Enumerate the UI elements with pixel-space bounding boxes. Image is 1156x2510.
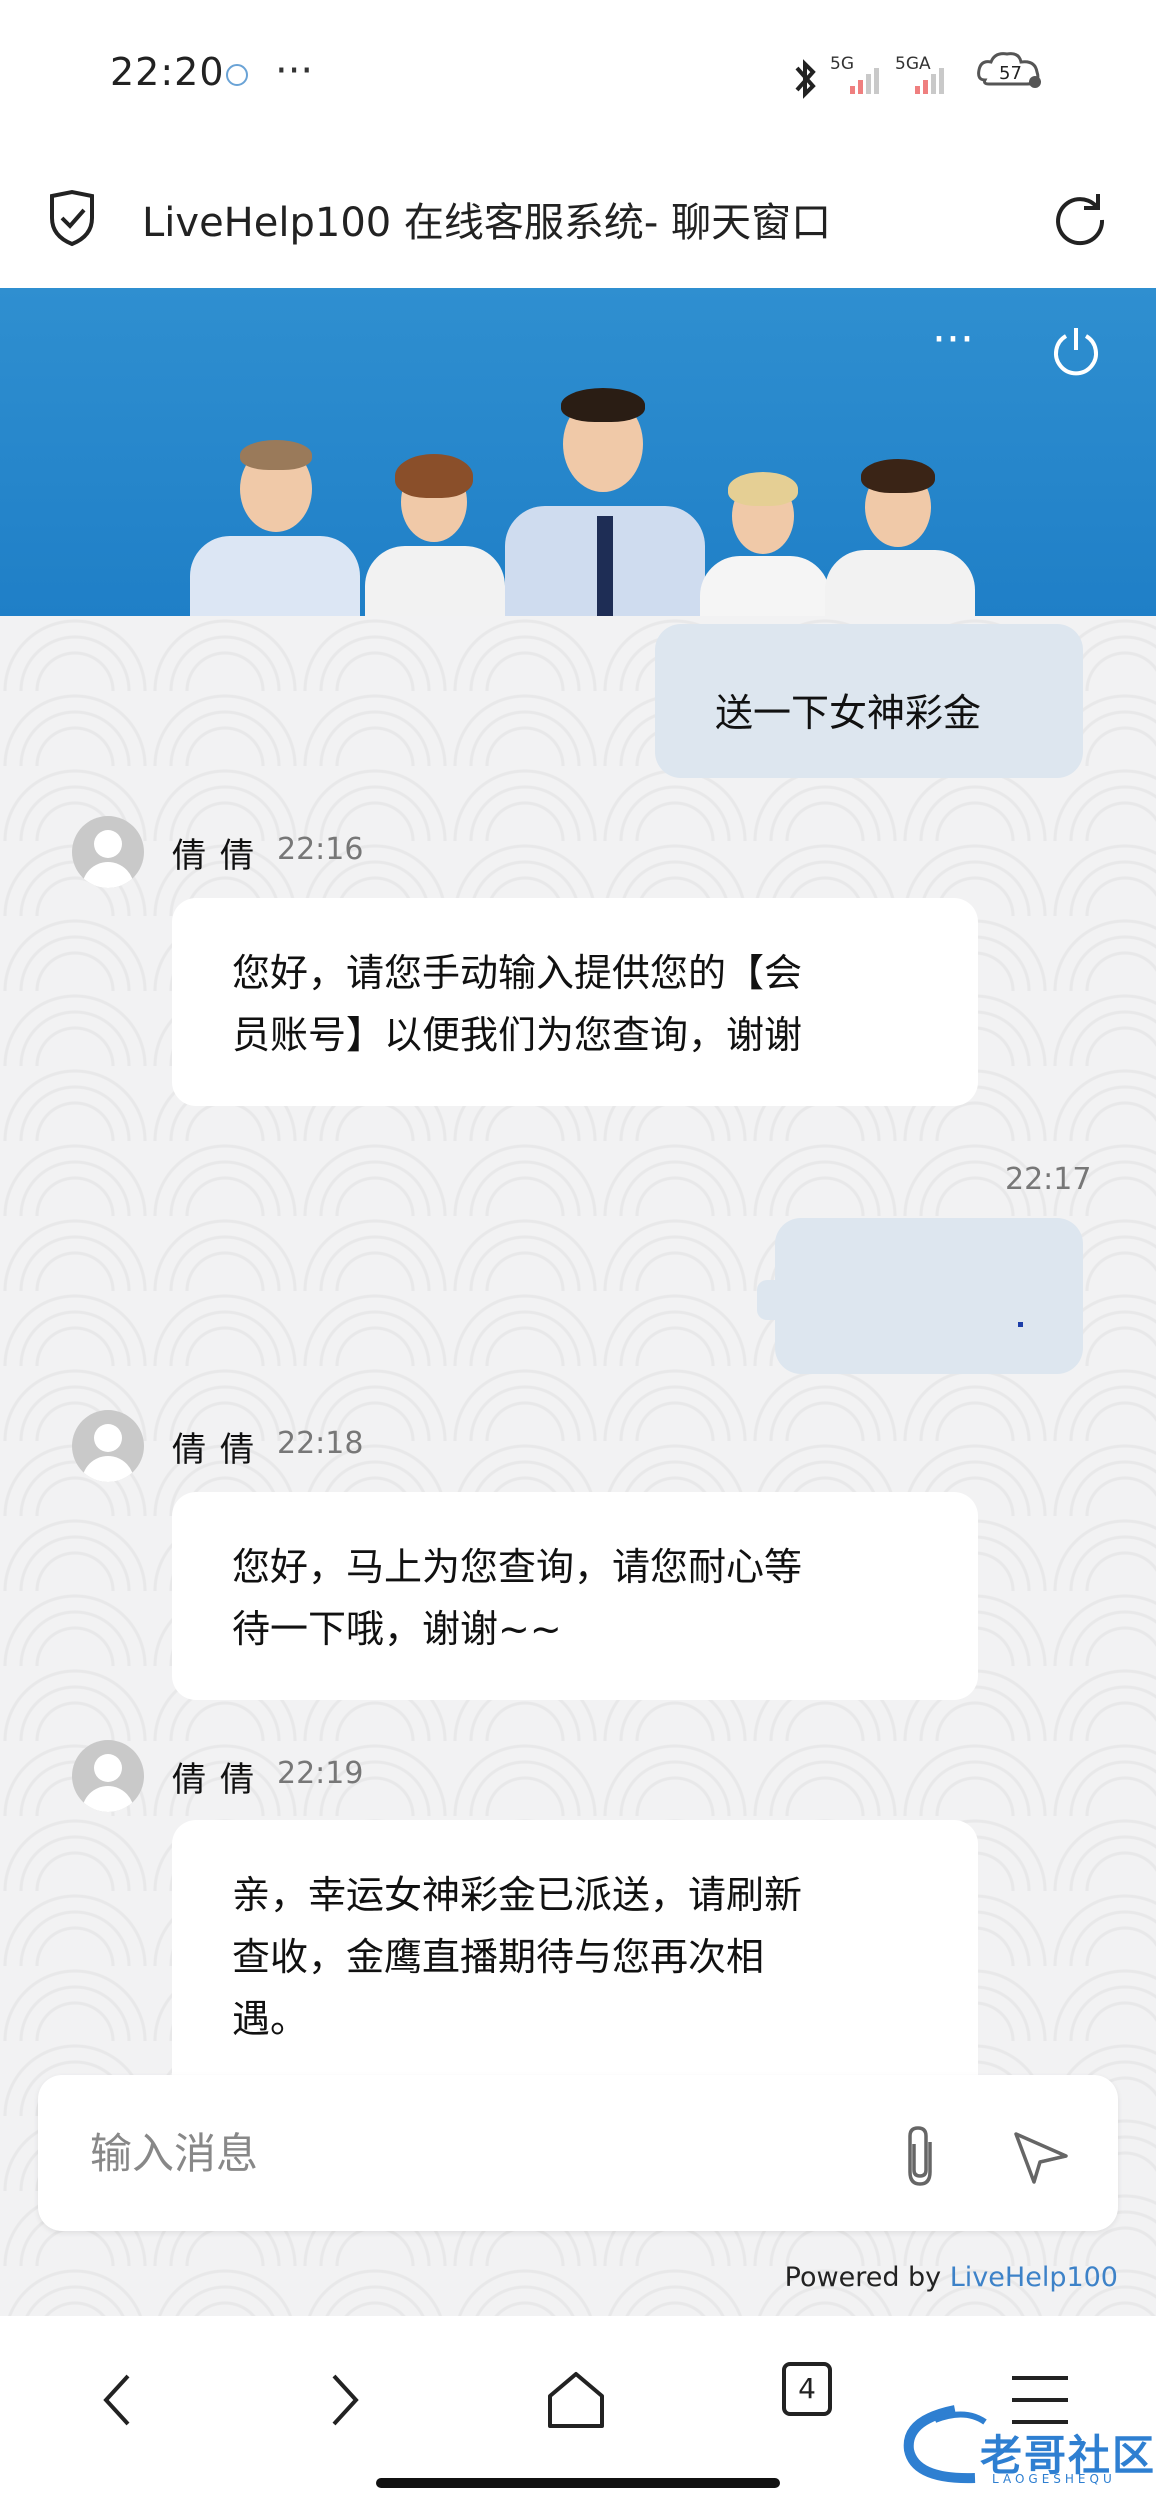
paperclip-icon[interactable] <box>896 2122 948 2192</box>
message-line: 遇。 <box>232 1997 309 2041</box>
message-text: 送一下女神彩金 <box>715 691 982 735</box>
message-line: 您好，马上为您查询，请您耐心等 <box>232 1545 803 1589</box>
signal-bars-icon <box>850 64 879 94</box>
message-line: 查收，金鹰直播期待与您再次相 <box>232 1935 765 1979</box>
more-options-icon[interactable]: ··· <box>932 318 992 362</box>
agent-avatar <box>72 1740 144 1812</box>
more-notifications-icon: ··· <box>275 48 314 94</box>
incoming-message: 您好，马上为您查询，请您耐心等 待一下哦，谢谢~~ <box>172 1492 978 1700</box>
team-photo-person <box>365 446 505 616</box>
tabs-count-button[interactable]: 4 <box>782 2362 832 2416</box>
message-line: 亲，幸运女神彩金已派送，请刷新 <box>232 1873 803 1917</box>
forward-icon[interactable] <box>304 2360 384 2440</box>
outgoing-message-redacted <box>757 1218 1083 1374</box>
message-time: 22:18 <box>277 1426 364 1461</box>
power-icon[interactable] <box>1048 322 1104 378</box>
back-icon[interactable] <box>78 2360 158 2440</box>
team-photo-person <box>700 466 830 616</box>
message-input[interactable] <box>88 2122 852 2184</box>
message-line: 您好，请您手动输入提供您的【会 <box>232 951 803 995</box>
refresh-icon[interactable] <box>1052 190 1108 246</box>
message-time: 22:17 <box>1005 1162 1092 1197</box>
agent-avatar <box>72 816 144 888</box>
message-time: 22:16 <box>277 832 364 867</box>
outgoing-message: 送一下女神彩金 <box>655 624 1083 778</box>
send-icon[interactable] <box>1010 2126 1072 2188</box>
battery-level-text: 57 <box>999 63 1022 84</box>
powered-by: Powered by LiveHelp100 <box>785 2262 1118 2293</box>
shield-check-icon[interactable] <box>44 188 100 248</box>
message-line: 待一下哦，谢谢~~ <box>232 1607 562 1651</box>
agent-name: 倩倩 <box>172 1430 268 1470</box>
agent-name: 倩倩 <box>172 836 268 876</box>
agent-avatar <box>72 1410 144 1482</box>
watermark-subtext: LAOGESHEQU <box>992 2472 1116 2486</box>
message-time: 22:19 <box>277 1756 364 1791</box>
powered-by-label: Powered by <box>784 2262 942 2293</box>
home-icon[interactable] <box>536 2360 616 2440</box>
team-photo-person <box>190 426 360 616</box>
status-time: 22:20 <box>110 50 225 94</box>
livehelp-link[interactable]: LiveHelp100 <box>950 2262 1118 2293</box>
battery-icon: 57 <box>977 52 1041 88</box>
home-indicator[interactable] <box>376 2478 780 2488</box>
team-photo-person <box>825 451 975 616</box>
agent-name: 倩倩 <box>172 1760 268 1800</box>
page-title: LiveHelp100 在线客服系统- 聊天窗口 <box>142 200 832 246</box>
team-photo-person <box>505 384 705 616</box>
chat-messages-area[interactable]: 送一下女神彩金 倩倩 22:16 您好，请您手动输入提供您的【会 员账号】以便我… <box>0 616 1156 2316</box>
incoming-message: 您好，请您手动输入提供您的【会 员账号】以便我们为您查询，谢谢 <box>172 898 978 1106</box>
signal-bars-icon <box>915 64 944 94</box>
message-line: 员账号】以便我们为您查询，谢谢 <box>232 1013 803 1057</box>
notification-icon <box>226 64 248 86</box>
bluetooth-icon <box>795 59 816 99</box>
